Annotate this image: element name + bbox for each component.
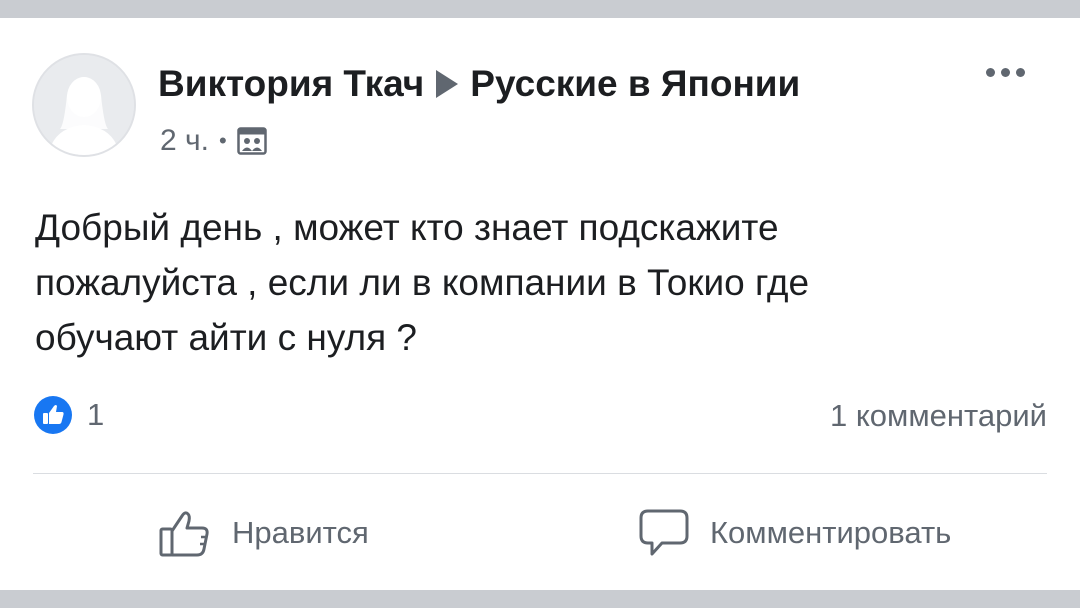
reactions-summary[interactable]: 1 xyxy=(33,395,104,435)
meta-separator: • xyxy=(218,128,227,153)
more-dot xyxy=(1016,67,1025,77)
more-options-icon[interactable] xyxy=(986,62,1036,82)
more-dot xyxy=(986,67,995,77)
comment-count-link[interactable]: 1 комментарий xyxy=(830,395,1047,437)
group-name[interactable]: Русские в Японии xyxy=(470,63,800,105)
post-text: Добрый день , может кто знает подскажите… xyxy=(35,207,810,358)
post-meta: 2 ч. • xyxy=(160,120,267,162)
reaction-count: 1 xyxy=(87,397,105,432)
like-reaction-icon xyxy=(34,396,72,434)
like-button[interactable]: Нравится xyxy=(158,503,369,563)
divider xyxy=(33,473,1047,474)
comment-bubble-icon xyxy=(639,509,689,556)
post-header: Виктория Ткач Русские в Японии xyxy=(158,58,800,110)
thumbs-up-outline-icon xyxy=(159,511,209,557)
comment-button[interactable]: Комментировать xyxy=(638,503,951,563)
comment-label: Комментировать xyxy=(710,515,952,550)
top-separator-band xyxy=(0,0,1080,18)
post-timestamp[interactable]: 2 ч. xyxy=(160,124,209,158)
avatar[interactable] xyxy=(32,53,136,157)
bottom-separator-band xyxy=(0,590,1080,608)
group-audience-icon xyxy=(236,127,267,155)
author-name[interactable]: Виктория Ткач xyxy=(158,63,424,105)
default-avatar-silhouette-icon xyxy=(34,55,134,155)
like-label: Нравится xyxy=(232,515,369,550)
more-dot xyxy=(1001,67,1010,77)
triangle-right-icon xyxy=(436,70,459,98)
